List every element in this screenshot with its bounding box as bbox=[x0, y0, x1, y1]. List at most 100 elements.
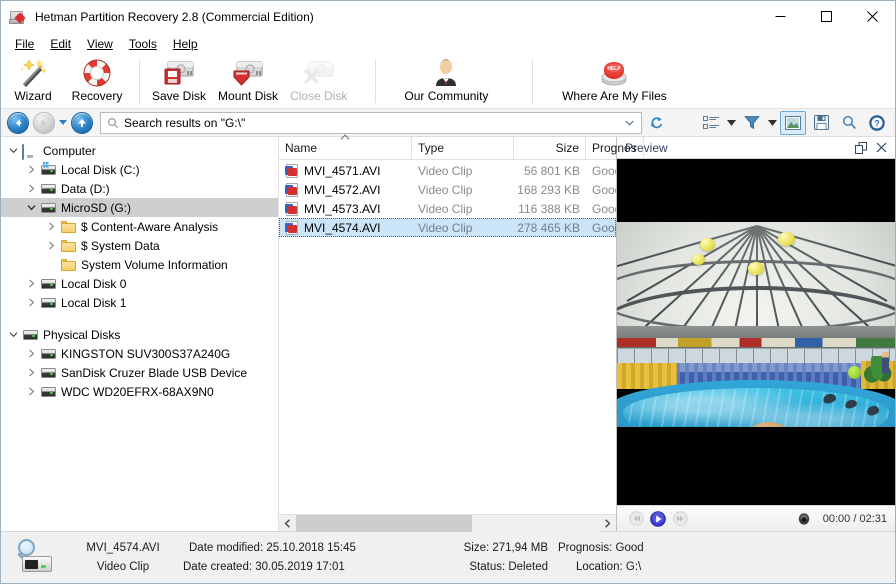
fast-forward-button[interactable] bbox=[669, 508, 691, 530]
address-dropdown-icon[interactable] bbox=[621, 120, 637, 126]
toolbar-where-are-my-files-label: Where Are My Files bbox=[562, 89, 667, 103]
chevron-right-icon[interactable] bbox=[23, 279, 39, 288]
toolbar-where-are-my-files-button[interactable]: HELP Where Are My Files bbox=[539, 57, 689, 107]
tree-item-local-disk-0[interactable]: Local Disk 0 bbox=[1, 274, 278, 293]
preview-video-frame[interactable] bbox=[617, 159, 895, 505]
refresh-button[interactable] bbox=[645, 112, 667, 134]
column-header-label: Prognos bbox=[592, 141, 637, 155]
menu-tools[interactable]: Tools bbox=[121, 35, 165, 53]
tree-item-wdc-disk[interactable]: WDC WD20EFRX-68AX9N0 bbox=[1, 382, 278, 401]
up-button[interactable] bbox=[69, 110, 95, 136]
column-header-prognosis[interactable]: Prognos bbox=[586, 137, 644, 159]
scroll-left-button[interactable] bbox=[279, 515, 296, 532]
file-search-icon bbox=[14, 538, 58, 578]
tree-item-label: Local Disk 0 bbox=[61, 276, 127, 291]
chevron-right-icon[interactable] bbox=[43, 222, 59, 231]
table-row[interactable]: MVI_4571.AVI Video Clip 56 801 KB Good bbox=[279, 161, 616, 180]
chevron-right-icon[interactable] bbox=[23, 349, 39, 358]
help-button[interactable]: ? bbox=[864, 111, 890, 135]
toolbar-close-disk-button[interactable]: Close Disk bbox=[284, 57, 353, 107]
chevron-down-icon[interactable] bbox=[5, 330, 21, 339]
chevron-right-icon[interactable] bbox=[23, 165, 39, 174]
column-header-size[interactable]: Size bbox=[514, 137, 586, 159]
file-name-text: MVI_4573.AVI bbox=[304, 201, 381, 216]
maximize-button[interactable] bbox=[803, 1, 849, 33]
toolbar-our-community-button[interactable]: Our Community bbox=[382, 57, 510, 107]
play-button[interactable] bbox=[647, 508, 669, 530]
tree-item-data-d[interactable]: Data (D:) bbox=[1, 179, 278, 198]
find-button[interactable] bbox=[836, 111, 862, 135]
volume-button[interactable] bbox=[793, 508, 815, 530]
tree-item-system-volume-information[interactable]: System Volume Information bbox=[1, 255, 278, 274]
filter-button[interactable] bbox=[739, 111, 765, 135]
table-row[interactable]: MVI_4572.AVI Video Clip 168 293 KB Good bbox=[279, 180, 616, 199]
preview-pane-toggle-button[interactable] bbox=[780, 110, 806, 135]
undock-icon bbox=[855, 141, 867, 154]
menu-edit[interactable]: Edit bbox=[42, 35, 79, 53]
address-bar: Search results on "G:\" ? bbox=[1, 109, 895, 137]
forward-button[interactable] bbox=[31, 110, 57, 136]
windows-disk-icon bbox=[39, 161, 57, 175]
preview-title: Preview bbox=[625, 140, 668, 155]
toolbar-save-disk-button[interactable]: Save Disk bbox=[146, 57, 212, 107]
tree-item-microsd-g[interactable]: MicroSD (G:) bbox=[1, 198, 278, 217]
rewind-button[interactable] bbox=[625, 508, 647, 530]
toolbar-recovery-button[interactable]: Recovery bbox=[61, 57, 133, 107]
avi-file-icon bbox=[285, 201, 299, 216]
chevron-right-icon[interactable] bbox=[23, 368, 39, 377]
close-button[interactable] bbox=[849, 1, 895, 33]
status-date-modified: Date modified: 25.10.2018 15:45 bbox=[189, 541, 356, 554]
preview-undock-button[interactable] bbox=[851, 138, 871, 158]
folder-tree[interactable]: Computer Local Disk (C:) Data (D:) Micro… bbox=[1, 137, 279, 531]
chevron-right-icon[interactable] bbox=[23, 298, 39, 307]
window-controls bbox=[757, 1, 895, 33]
scroll-track[interactable] bbox=[296, 514, 599, 532]
address-input[interactable]: Search results on "G:\" bbox=[100, 111, 642, 134]
history-dropdown-button[interactable] bbox=[57, 119, 69, 126]
menu-help[interactable]: Help bbox=[165, 35, 206, 53]
column-header-name[interactable]: Name bbox=[279, 134, 412, 159]
tree-item-label: MicroSD (G:) bbox=[61, 200, 131, 215]
file-name-cell: MVI_4573.AVI bbox=[279, 201, 412, 216]
table-row[interactable]: MVI_4573.AVI Video Clip 116 388 KB Good bbox=[279, 199, 616, 218]
filter-dropdown-button[interactable] bbox=[766, 111, 779, 135]
back-button[interactable] bbox=[5, 110, 31, 136]
tree-item-computer[interactable]: Computer bbox=[1, 141, 278, 160]
column-header-type[interactable]: Type bbox=[412, 137, 514, 159]
menu-file[interactable]: File bbox=[7, 35, 42, 53]
view-mode-dropdown-button[interactable] bbox=[725, 111, 738, 135]
tree-item-system-data[interactable]: $ System Data bbox=[1, 236, 278, 255]
menu-view[interactable]: View bbox=[79, 35, 121, 53]
tree-item-content-aware-analysis[interactable]: $ Content-Aware Analysis bbox=[1, 217, 278, 236]
tree-item-local-disk-c[interactable]: Local Disk (C:) bbox=[1, 160, 278, 179]
disk-icon bbox=[39, 367, 57, 378]
chevron-right-icon[interactable] bbox=[23, 387, 39, 396]
scroll-thumb[interactable] bbox=[296, 514, 472, 532]
tree-item-kingston-disk[interactable]: KINGSTON SUV300S37A240G bbox=[1, 344, 278, 363]
table-row[interactable]: MVI_4574.AVI Video Clip 278 465 KB Good bbox=[279, 218, 616, 237]
toolbar-wizard-button[interactable]: Wizard bbox=[5, 57, 61, 107]
tree-group-spacer bbox=[1, 312, 278, 325]
preview-close-button[interactable] bbox=[871, 138, 891, 158]
horizontal-scrollbar[interactable] bbox=[279, 514, 616, 532]
save-button[interactable] bbox=[808, 111, 834, 135]
scroll-right-button[interactable] bbox=[599, 515, 616, 532]
main-body: Computer Local Disk (C:) Data (D:) Micro… bbox=[1, 134, 895, 532]
tree-item-physical-disks[interactable]: Physical Disks bbox=[1, 325, 278, 344]
chevron-down-icon[interactable] bbox=[5, 146, 21, 155]
view-mode-button[interactable] bbox=[698, 111, 724, 135]
tree-item-label: $ System Data bbox=[81, 238, 160, 253]
tree-item-sandisk-usb[interactable]: SanDisk Cruzer Blade USB Device bbox=[1, 363, 278, 382]
svg-text:HELP: HELP bbox=[608, 66, 622, 72]
tree-item-local-disk-1[interactable]: Local Disk 1 bbox=[1, 293, 278, 312]
chevron-down-icon bbox=[59, 119, 67, 125]
chevron-right-icon[interactable] bbox=[43, 241, 59, 250]
volume-icon bbox=[798, 512, 809, 525]
file-list-rows: MVI_4571.AVI Video Clip 56 801 KB Good M… bbox=[279, 160, 616, 514]
chevron-right-icon[interactable] bbox=[23, 184, 39, 193]
chevron-down-icon[interactable] bbox=[23, 203, 39, 212]
toolbar-wizard-label: Wizard bbox=[14, 89, 52, 103]
file-type-cell: Video Clip bbox=[418, 201, 473, 216]
minimize-button[interactable] bbox=[757, 1, 803, 33]
toolbar-mount-disk-button[interactable]: Mount Disk bbox=[212, 57, 284, 107]
